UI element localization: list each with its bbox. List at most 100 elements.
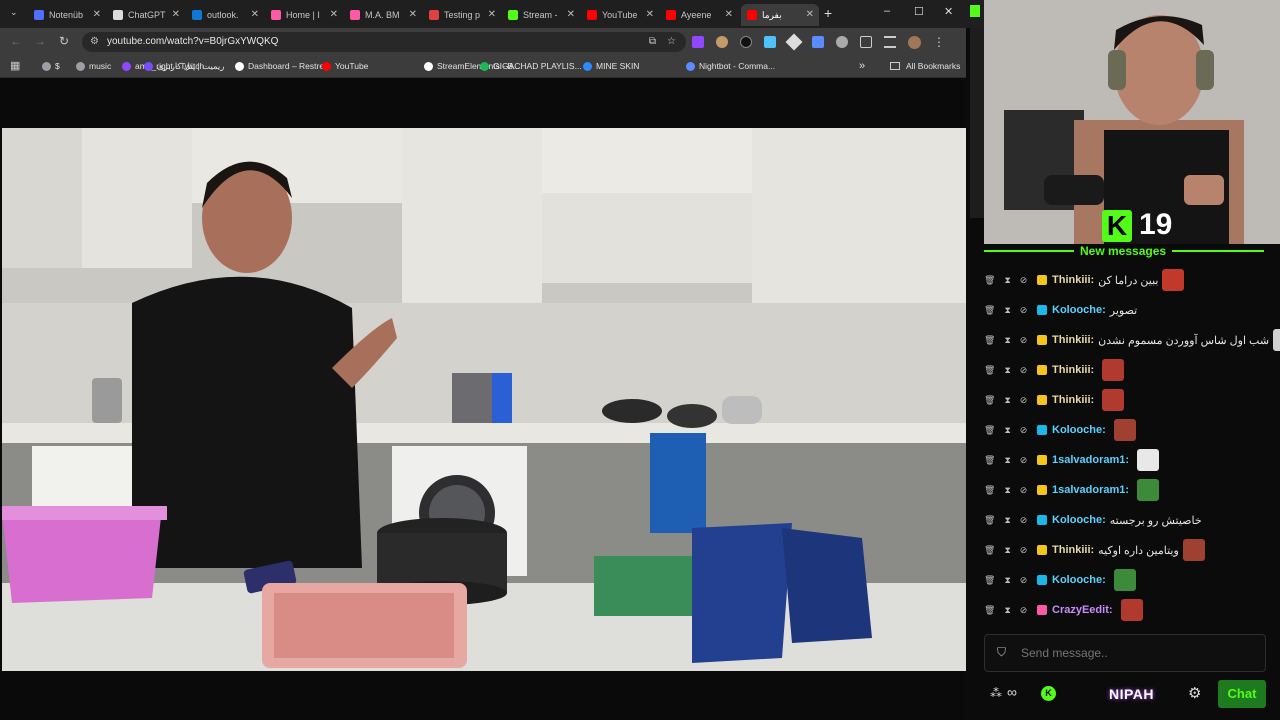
browser-tab[interactable]: ChatGPT ✕ (107, 4, 185, 26)
extension-icon[interactable] (836, 36, 848, 48)
maximize-button[interactable]: ☐ (914, 5, 924, 18)
address-bar[interactable]: ⚙ youtube.com/watch?v=B0jrGxYWQKQ ⧉ ☆ (82, 32, 686, 52)
chat-message-input[interactable] (1021, 643, 1251, 663)
delete-icon[interactable]: 🗑 (984, 485, 995, 496)
timeout-icon[interactable]: ⧗ (1004, 305, 1010, 316)
tab-close-icon[interactable]: ✕ (172, 9, 180, 20)
timeout-icon[interactable]: ⧗ (1004, 485, 1010, 496)
apps-grid-icon[interactable]: ▦ (10, 59, 20, 72)
bookmark-item[interactable]: YouTube (322, 61, 368, 71)
browser-tab[interactable]: M.A. BM ✕ (344, 4, 422, 26)
forward-icon[interactable]: → (34, 34, 46, 48)
ban-icon[interactable]: ⊘ (1020, 275, 1028, 286)
nipah-brand[interactable]: NIPAH (1109, 686, 1154, 702)
browser-tab[interactable]: Testing p ✕ (423, 4, 501, 26)
delete-icon[interactable]: 🗑 (984, 575, 995, 586)
delete-icon[interactable]: 🗑 (984, 365, 995, 376)
settings-gear-icon[interactable]: ⚙ (1188, 684, 1201, 702)
browser-tab[interactable]: outlook. ✕ (186, 4, 264, 26)
reload-icon[interactable]: ↻ (59, 34, 69, 48)
delete-icon[interactable]: 🗑 (984, 425, 995, 436)
ban-icon[interactable]: ⊘ (1020, 515, 1028, 526)
extension-icon[interactable] (785, 33, 803, 51)
browser-tab[interactable]: Notenüb ✕ (28, 4, 106, 26)
delete-icon[interactable]: 🗑 (984, 515, 995, 526)
tab-search-icon[interactable]: ⌄ (10, 7, 18, 18)
ban-icon[interactable]: ⊘ (1020, 395, 1028, 406)
timeout-icon[interactable]: ⧗ (1004, 545, 1010, 556)
browser-tab[interactable]: Stream - ✕ (502, 4, 580, 26)
profile-avatar[interactable] (908, 35, 921, 49)
browser-tab[interactable]: بفرما ✕ (741, 4, 819, 26)
timeout-icon[interactable]: ⧗ (1004, 395, 1010, 406)
tab-close-icon[interactable]: ✕ (725, 9, 733, 20)
browser-tab[interactable]: Home | I ✕ (265, 4, 343, 26)
delete-icon[interactable]: 🗑 (984, 605, 995, 616)
delete-icon[interactable]: 🗑 (984, 335, 995, 346)
timeout-icon[interactable]: ⧗ (1004, 365, 1010, 376)
ban-icon[interactable]: ⊘ (1020, 335, 1028, 346)
ban-icon[interactable]: ⊘ (1020, 575, 1028, 586)
minimize-button[interactable]: – (884, 5, 890, 17)
ban-icon[interactable]: ⊘ (1020, 365, 1028, 376)
tab-close-icon[interactable]: ✕ (93, 9, 101, 20)
ban-icon[interactable]: ⊘ (1020, 305, 1028, 316)
extension-icon[interactable] (812, 36, 824, 48)
chat-username[interactable]: 1salvadoram1: (1052, 454, 1129, 466)
emote-dots-icon[interactable]: ⁂ (990, 686, 1002, 700)
chat-username[interactable]: Kolooche: (1052, 514, 1106, 526)
tab-close-icon[interactable]: ✕ (488, 9, 496, 20)
tab-close-icon[interactable]: ✕ (409, 9, 417, 20)
chat-username[interactable]: Thinkiii: (1052, 274, 1094, 286)
media-controls-icon[interactable] (884, 36, 896, 48)
timeout-icon[interactable]: ⧗ (1004, 275, 1010, 286)
bookmark-star-icon[interactable]: ☆ (667, 32, 676, 52)
bookmark-item[interactable]: MINE SKIN (583, 61, 639, 71)
browser-tab[interactable]: Ayeene ✕ (660, 4, 738, 26)
kick-emote-icon[interactable]: K (1041, 686, 1056, 701)
tab-close-icon[interactable]: ✕ (330, 9, 338, 20)
close-window-button[interactable]: ✕ (944, 5, 953, 18)
delete-icon[interactable]: 🗑 (984, 395, 995, 406)
ban-icon[interactable]: ⊘ (1020, 485, 1028, 496)
chat-username[interactable]: Thinkiii: (1052, 544, 1094, 556)
chat-username[interactable]: Kolooche: (1052, 424, 1106, 436)
chat-send-button[interactable]: Chat (1218, 680, 1266, 708)
extension-icon[interactable] (692, 36, 704, 48)
delete-icon[interactable]: 🗑 (984, 275, 995, 286)
timeout-icon[interactable]: ⧗ (1004, 455, 1010, 466)
all-bookmarks-button[interactable]: All Bookmarks (890, 61, 960, 71)
infinity-icon[interactable]: ∞ (1007, 684, 1017, 700)
timeout-icon[interactable]: ⧗ (1004, 515, 1010, 526)
bookmark-item[interactable]: $ (42, 61, 60, 71)
bookmark-item[interactable]: music (76, 61, 111, 71)
chat-input-box[interactable]: ⛉ (984, 634, 1266, 672)
chat-username[interactable]: CrazyEedit: (1052, 604, 1113, 616)
chat-username[interactable]: Kolooche: (1052, 304, 1106, 316)
timeout-icon[interactable]: ⧗ (1004, 335, 1010, 346)
extension-icon[interactable] (764, 36, 776, 48)
delete-icon[interactable]: 🗑 (984, 455, 995, 466)
extension-icon[interactable] (716, 36, 728, 48)
cast-icon[interactable]: ⧉ (649, 32, 656, 52)
delete-icon[interactable]: 🗑 (984, 545, 995, 556)
site-info-icon[interactable]: ⚙ (90, 32, 99, 52)
bookmark-item[interactable]: GIGACHAD PLAYLIS... (480, 61, 582, 71)
extension-icon[interactable] (740, 36, 752, 48)
back-icon[interactable]: ← (10, 34, 22, 48)
browser-tab[interactable]: YouTube ✕ (581, 4, 659, 26)
chat-username[interactable]: Thinkiii: (1052, 334, 1094, 346)
extensions-puzzle-icon[interactable] (860, 36, 872, 48)
chat-username[interactable]: Thinkiii: (1052, 364, 1094, 376)
timeout-icon[interactable]: ⧗ (1004, 575, 1010, 586)
tab-close-icon[interactable]: ✕ (567, 9, 575, 20)
bookmark-item[interactable]: ریمیت | پنل کاربری (144, 61, 224, 72)
kick-tab-icon[interactable] (970, 5, 980, 17)
tab-close-icon[interactable]: ✕ (646, 9, 654, 20)
bookmark-item[interactable]: Dashboard – Restre... (235, 61, 331, 71)
chat-username[interactable]: 1salvadoram1: (1052, 484, 1129, 496)
bookmark-item[interactable]: Nightbot - Comma... (686, 61, 775, 71)
timeout-icon[interactable]: ⧗ (1004, 605, 1010, 616)
chat-username[interactable]: Thinkiii: (1052, 394, 1094, 406)
delete-icon[interactable]: 🗑 (984, 305, 995, 316)
